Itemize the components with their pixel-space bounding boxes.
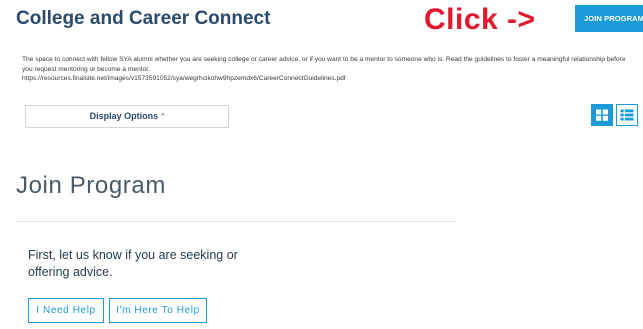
guidelines-link[interactable]: https://resources.finalsite.net/images/v… [22, 74, 634, 84]
college-career-connect-page: College and Career Connect Click -> JOIN… [0, 0, 643, 329]
need-help-button[interactable]: I Need Help [28, 298, 104, 323]
offer-help-button[interactable]: I'm Here To Help [109, 298, 207, 323]
caret-up-icon: ^ [161, 113, 165, 120]
program-description: The space to connect with fellow SYA alu… [22, 55, 634, 84]
description-text: The space to connect with fellow SYA alu… [22, 56, 626, 73]
display-options-label: Display Options [89, 111, 159, 121]
grid-view-toggle[interactable] [591, 104, 613, 126]
advice-prompt: First, let us know if you are seeking or… [28, 248, 238, 279]
join-program-button[interactable]: JOIN PROGRAM [575, 5, 643, 32]
grid-icon [596, 109, 608, 121]
section-divider [16, 221, 456, 222]
list-view-toggle[interactable] [616, 104, 638, 126]
click-annotation: Click -> [424, 3, 536, 36]
page-title: College and Career Connect [16, 8, 271, 29]
display-options-button[interactable]: Display Options ^ [25, 105, 229, 128]
list-icon [620, 109, 634, 121]
join-program-heading: Join Program [16, 172, 166, 199]
